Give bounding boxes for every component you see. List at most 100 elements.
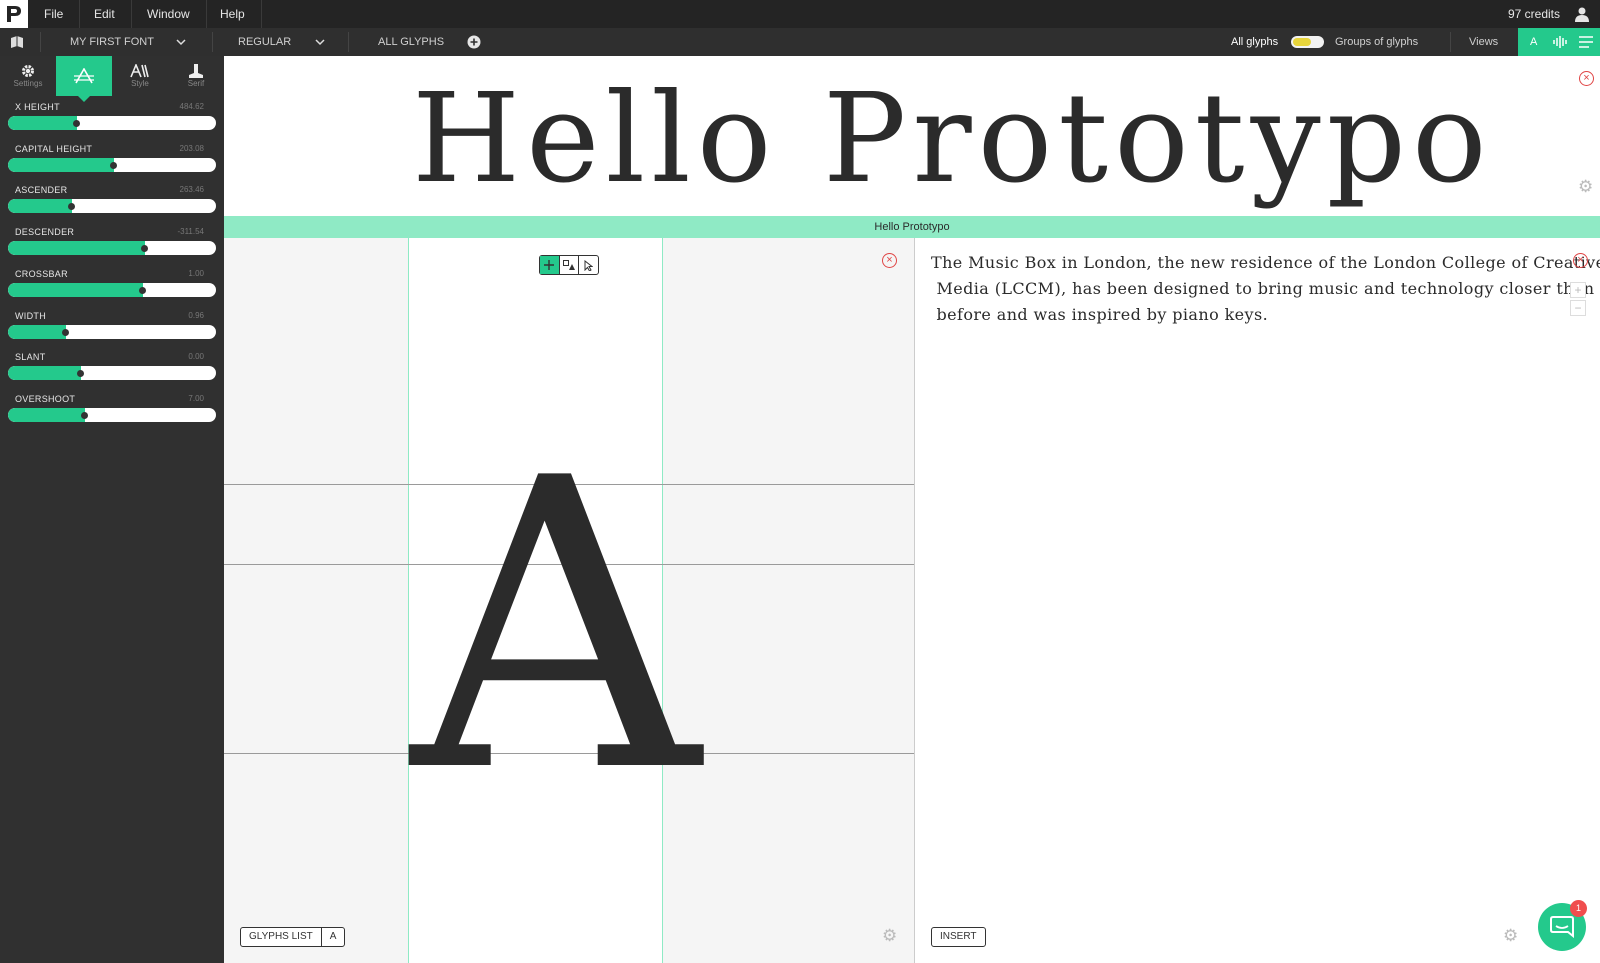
glyph-mode-toggle[interactable] (1291, 36, 1324, 48)
move-tool-button[interactable] (540, 256, 560, 274)
text-settings-gear-icon[interactable]: ⚙ (1503, 927, 1519, 944)
slider-fill (8, 324, 67, 339)
shapes-icon (563, 260, 575, 270)
param-slider[interactable]: CROSSBAR 1.00 (8, 269, 216, 311)
slider-fill (8, 241, 146, 256)
serif-icon (189, 64, 203, 78)
close-preview-icon[interactable]: × (1579, 71, 1594, 86)
tab-glyph-parameters[interactable] (56, 56, 112, 102)
slider-handle[interactable] (80, 411, 88, 419)
glyph-scope-label[interactable]: ALL GLYPHS (378, 28, 444, 56)
menu-bar: File Edit Window Help 97 credits (0, 0, 1600, 28)
close-text-view-icon[interactable]: × (1573, 253, 1588, 268)
zoom-out-button[interactable]: − (1570, 300, 1586, 316)
tab-style-label: Style (131, 79, 149, 88)
param-name: ASCENDER (15, 185, 68, 196)
param-slider[interactable]: ASCENDER 263.46 (8, 185, 216, 227)
param-value: 0.00 (188, 352, 204, 362)
param-name: CAPITAL HEIGHT (15, 143, 93, 154)
tab-serif-label: Serif (187, 79, 205, 88)
param-name: CROSSBAR (15, 268, 68, 279)
slider-track[interactable] (8, 116, 216, 130)
param-slider[interactable]: CAPITAL HEIGHT 203.08 (8, 144, 216, 186)
slider-track[interactable] (8, 324, 216, 339)
close-glyph-view-icon[interactable]: × (882, 253, 897, 268)
glyph-outline[interactable]: A (411, 418, 700, 838)
move-icon (544, 260, 555, 270)
notification-badge: 1 (1570, 900, 1587, 917)
views-switcher: A (1518, 28, 1600, 56)
slider-handle[interactable] (76, 370, 84, 378)
slider-fill (8, 116, 77, 130)
left-bearing-line[interactable] (408, 238, 409, 963)
glyphs-list-button[interactable]: GLYPHS LIST (241, 928, 321, 946)
all-glyphs-label: All glyphs (1231, 36, 1279, 48)
param-slider[interactable]: DESCENDER -311.54 (8, 227, 216, 269)
slider-track[interactable] (8, 199, 216, 214)
chat-icon (1550, 916, 1574, 938)
slider-fill (8, 407, 85, 422)
param-value: 484.62 (179, 102, 204, 111)
preview-settings-gear-icon[interactable]: ⚙ (1578, 178, 1594, 195)
gear-icon (22, 65, 34, 77)
user-icon[interactable] (1574, 6, 1590, 22)
slider-fill (8, 366, 81, 381)
param-value: 7.00 (188, 393, 204, 403)
menu-file[interactable]: File (28, 0, 81, 28)
credits-count: 97 credits (1507, 7, 1560, 21)
slider-track[interactable] (8, 366, 216, 381)
view-paragraph-icon[interactable] (1579, 36, 1593, 48)
prototypo-logo[interactable] (0, 0, 28, 28)
tab-settings[interactable]: Settings (0, 56, 56, 96)
add-circle-icon[interactable] (467, 35, 481, 49)
tab-style[interactable]: Style (112, 56, 168, 96)
font-name-selector[interactable]: MY FIRST FONT (70, 28, 154, 56)
param-name: DESCENDER (15, 227, 75, 238)
param-slider[interactable]: WIDTH 0.96 (8, 311, 216, 353)
variant-selector[interactable]: REGULAR (238, 28, 291, 56)
workspace: Hello Prototypo × ⚙ Hello Prototypo A × … (224, 56, 1600, 963)
chevron-down-icon[interactable] (176, 38, 186, 46)
slider-handle[interactable] (110, 161, 118, 169)
current-glyph-badge[interactable]: A (320, 928, 345, 946)
toolbar: MY FIRST FONT REGULAR ALL GLYPHS All gly… (0, 28, 1600, 56)
preview-title-bar: Hello Prototypo (224, 216, 1600, 238)
view-glyph-icon[interactable] (1553, 36, 1567, 48)
logo-icon (7, 6, 21, 22)
slider-handle[interactable] (62, 328, 70, 336)
slider-track[interactable] (8, 241, 216, 256)
menu-edit[interactable]: Edit (78, 0, 132, 28)
slider-fill (8, 157, 115, 172)
groups-of-glyphs-label: Groups of glyphs (1335, 36, 1419, 48)
preview-word: Hello Prototypo (412, 67, 1493, 211)
slider-handle[interactable] (139, 286, 147, 294)
glyph-tools (539, 255, 599, 275)
param-value: 0.96 (188, 310, 204, 320)
menu-window[interactable]: Window (131, 0, 207, 28)
library-icon[interactable] (10, 35, 24, 49)
param-slider[interactable]: SLANT 0.00 (8, 352, 216, 394)
param-name: OVERSHOOT (15, 393, 76, 404)
word-preview: Hello Prototypo × ⚙ (224, 56, 1600, 216)
views-label: Views (1469, 36, 1499, 48)
zoom-in-button[interactable]: + (1570, 282, 1586, 298)
text-view: The Music Box in London, the new residen… (914, 238, 1600, 963)
param-name: SLANT (15, 352, 46, 363)
glyph-settings-gear-icon[interactable]: ⚙ (882, 927, 898, 944)
menu-help[interactable]: Help (204, 0, 262, 28)
slider-handle[interactable] (72, 120, 80, 127)
chevron-down-icon[interactable] (315, 38, 325, 46)
sample-paragraph[interactable]: The Music Box in London, the new residen… (931, 250, 1600, 328)
param-value: 263.46 (179, 185, 204, 195)
glyphs-list-control[interactable]: GLYPHS LIST A (240, 927, 346, 947)
tab-serif[interactable]: Serif (168, 56, 224, 96)
slider-track[interactable] (8, 407, 216, 422)
view-text-button[interactable]: A (1530, 28, 1537, 56)
glyph-editor: A × GLYPHS LIST A ⚙ (224, 238, 914, 963)
select-tool-button[interactable] (579, 256, 598, 274)
param-slider[interactable]: X HEIGHT 484.62 (8, 102, 216, 144)
param-slider[interactable]: OVERSHOOT 7.00 (8, 394, 216, 436)
slider-track[interactable] (8, 282, 216, 297)
shape-tool-button[interactable] (560, 256, 580, 274)
insert-button[interactable]: INSERT (931, 927, 986, 947)
